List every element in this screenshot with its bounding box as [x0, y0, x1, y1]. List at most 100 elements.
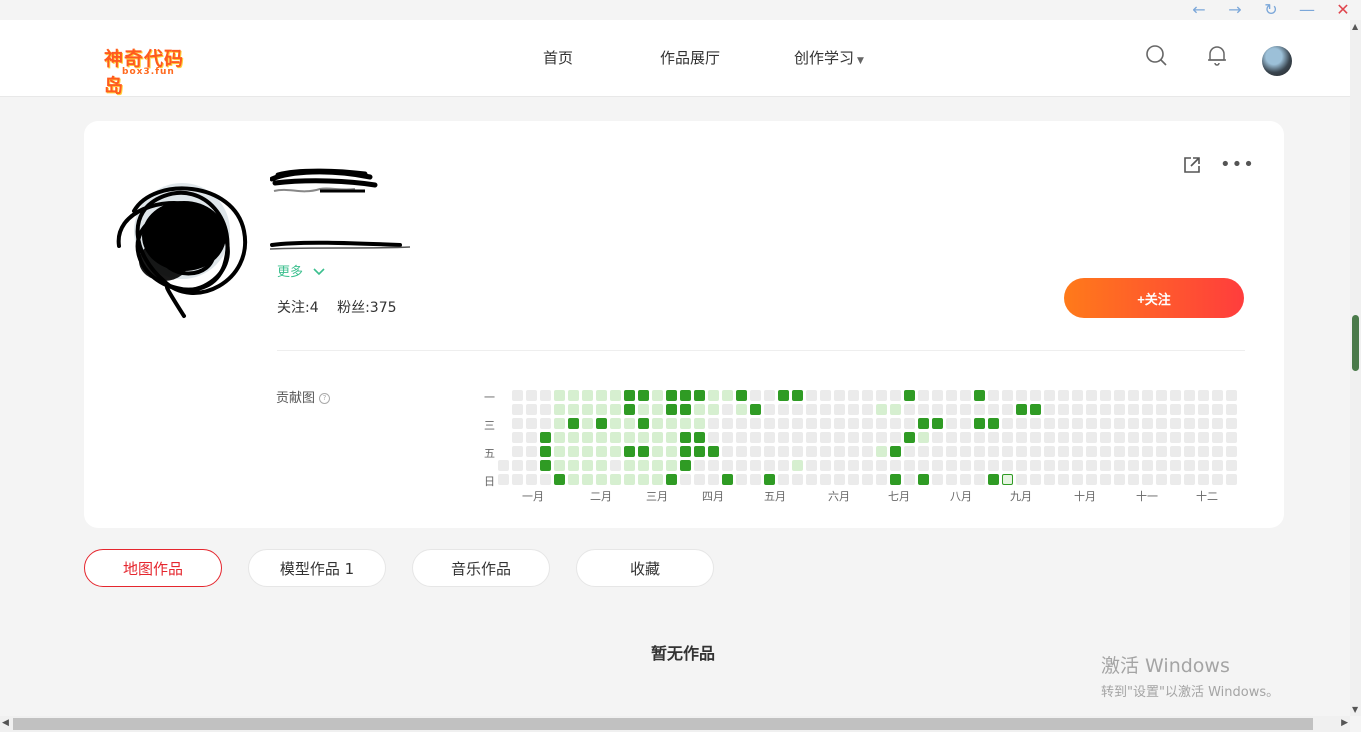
contribution-cell[interactable] [666, 390, 677, 401]
contribution-cell[interactable] [974, 390, 985, 401]
scroll-down-icon[interactable]: ▼ [1352, 705, 1358, 714]
scroll-up-icon[interactable]: ▲ [1352, 22, 1358, 31]
contribution-cell[interactable] [806, 474, 817, 485]
contribution-cell[interactable] [1114, 418, 1125, 429]
horizontal-scrollbar[interactable]: ◀ ▶ [0, 716, 1350, 732]
contribution-cell[interactable] [862, 446, 873, 457]
contribution-cell[interactable] [1086, 418, 1097, 429]
contribution-cell[interactable] [834, 474, 845, 485]
contribution-cell[interactable] [792, 404, 803, 415]
following-count[interactable]: 关注:4 [277, 300, 319, 316]
contribution-cell[interactable] [540, 418, 551, 429]
contribution-cell[interactable] [834, 404, 845, 415]
contribution-cell[interactable] [988, 390, 999, 401]
contribution-cell[interactable] [1226, 432, 1237, 443]
contribution-cell[interactable] [708, 418, 719, 429]
contribution-cell[interactable] [876, 432, 887, 443]
contribution-cell[interactable] [596, 432, 607, 443]
contribution-cell[interactable] [1072, 460, 1083, 471]
contribution-cell[interactable] [764, 404, 775, 415]
contribution-cell[interactable] [1030, 390, 1041, 401]
nav-home[interactable]: 首页 [543, 47, 573, 68]
contribution-cell[interactable] [1170, 432, 1181, 443]
contribution-cell[interactable] [1058, 432, 1069, 443]
contribution-cell[interactable] [582, 460, 593, 471]
contribution-cell[interactable] [764, 390, 775, 401]
contribution-cell[interactable] [1226, 474, 1237, 485]
contribution-cell[interactable] [1072, 474, 1083, 485]
contribution-cell[interactable] [526, 390, 537, 401]
contribution-cell[interactable] [722, 432, 733, 443]
contribution-cell[interactable] [974, 432, 985, 443]
contribution-cell[interactable] [610, 474, 621, 485]
contribution-cell[interactable] [652, 418, 663, 429]
contribution-cell[interactable] [652, 432, 663, 443]
contribution-cell[interactable] [624, 474, 635, 485]
contribution-cell[interactable] [904, 432, 915, 443]
contribution-cell[interactable] [960, 390, 971, 401]
contribution-cell[interactable] [680, 390, 691, 401]
contribution-cell[interactable] [610, 446, 621, 457]
bell-icon[interactable] [1207, 44, 1227, 66]
contribution-cell[interactable] [848, 474, 859, 485]
contribution-cell[interactable] [946, 474, 957, 485]
contribution-cell[interactable] [778, 432, 789, 443]
contribution-cell[interactable] [1142, 446, 1153, 457]
contribution-cell[interactable] [792, 390, 803, 401]
contribution-cell[interactable] [778, 390, 789, 401]
contribution-cell[interactable] [890, 432, 901, 443]
contribution-cell[interactable] [904, 390, 915, 401]
contribution-cell[interactable] [680, 460, 691, 471]
contribution-cell[interactable] [1002, 432, 1013, 443]
contribution-cell[interactable] [1030, 446, 1041, 457]
contribution-cell[interactable] [722, 474, 733, 485]
contribution-cell[interactable] [1184, 418, 1195, 429]
contribution-cell[interactable] [1170, 404, 1181, 415]
contribution-cell[interactable] [526, 474, 537, 485]
contribution-cell[interactable] [918, 390, 929, 401]
contribution-cell[interactable] [540, 404, 551, 415]
contribution-cell[interactable] [1226, 404, 1237, 415]
contribution-cell[interactable] [1002, 474, 1013, 485]
contribution-cell[interactable] [946, 390, 957, 401]
contribution-cell[interactable] [1100, 474, 1111, 485]
contribution-cell[interactable] [1016, 418, 1027, 429]
contribution-cell[interactable] [764, 460, 775, 471]
followers-count[interactable]: 粉丝:375 [337, 300, 396, 316]
contribution-cell[interactable] [918, 460, 929, 471]
contribution-cell[interactable] [1072, 404, 1083, 415]
contribution-cell[interactable] [666, 418, 677, 429]
contribution-cell[interactable] [1198, 446, 1209, 457]
contribution-cell[interactable] [988, 432, 999, 443]
contribution-cell[interactable] [526, 418, 537, 429]
contribution-cell[interactable] [1184, 460, 1195, 471]
contribution-cell[interactable] [862, 418, 873, 429]
contribution-cell[interactable] [1184, 446, 1195, 457]
contribution-cell[interactable] [512, 432, 523, 443]
help-icon[interactable]: ? [319, 393, 331, 404]
contribution-cell[interactable] [722, 446, 733, 457]
contribution-cell[interactable] [512, 446, 523, 457]
contribution-cell[interactable] [694, 390, 705, 401]
contribution-cell[interactable] [582, 446, 593, 457]
contribution-cell[interactable] [778, 446, 789, 457]
contribution-cell[interactable] [1128, 432, 1139, 443]
contribution-cell[interactable] [848, 460, 859, 471]
contribution-cell[interactable] [540, 474, 551, 485]
contribution-cell[interactable] [680, 474, 691, 485]
contribution-cell[interactable] [974, 460, 985, 471]
contribution-cell[interactable] [540, 432, 551, 443]
contribution-cell[interactable] [596, 404, 607, 415]
forward-icon[interactable]: → [1217, 0, 1253, 20]
contribution-cell[interactable] [1170, 390, 1181, 401]
contribution-cell[interactable] [708, 432, 719, 443]
contribution-cell[interactable] [1086, 446, 1097, 457]
contribution-cell[interactable] [946, 446, 957, 457]
contribution-cell[interactable] [1016, 474, 1027, 485]
contribution-cell[interactable] [988, 446, 999, 457]
contribution-cell[interactable] [1100, 418, 1111, 429]
contribution-cell[interactable] [1170, 460, 1181, 471]
contribution-cell[interactable] [736, 418, 747, 429]
contribution-cell[interactable] [498, 460, 509, 471]
contribution-cell[interactable] [512, 418, 523, 429]
